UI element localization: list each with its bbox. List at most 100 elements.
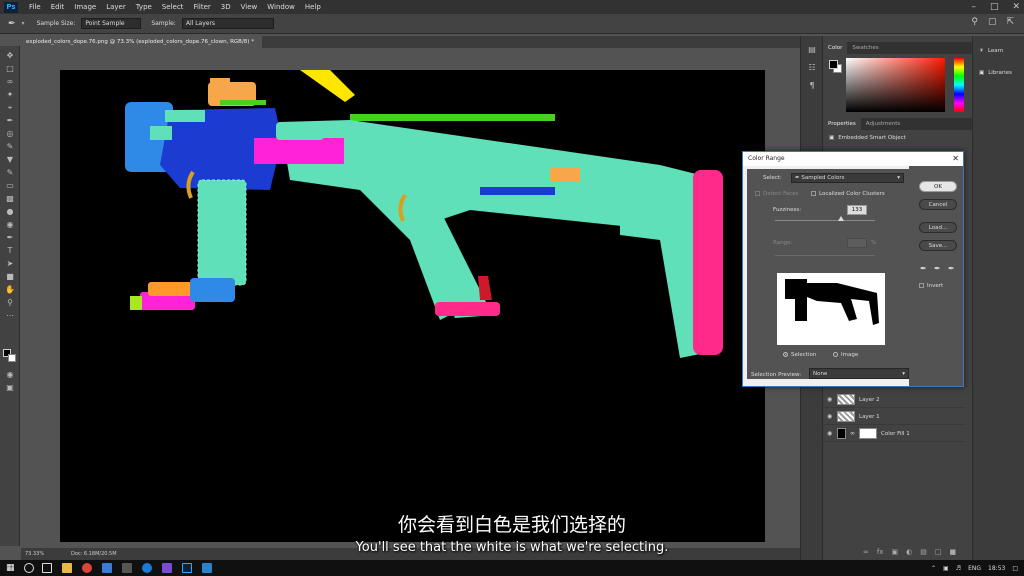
task-view-icon[interactable] — [42, 563, 52, 573]
search-icon[interactable]: ⚲ — [971, 17, 978, 27]
gradient-tool-icon[interactable]: ▩ — [5, 195, 15, 203]
layer-row[interactable]: ◉ Layer 2 — [823, 392, 965, 408]
share-icon[interactable]: ⇱ — [1006, 17, 1014, 27]
sample-select[interactable]: All Layers — [181, 18, 274, 29]
type-tool-icon[interactable]: T — [5, 247, 15, 255]
minimize-icon[interactable]: – — [971, 2, 976, 12]
network-icon[interactable]: ▣ — [943, 565, 949, 572]
move-tool-icon[interactable]: ✥ — [5, 52, 15, 60]
magic-wand-icon[interactable]: ✦ — [5, 91, 15, 99]
maximize-icon[interactable]: □ — [990, 2, 999, 12]
hand-tool-icon[interactable]: ✋ — [5, 286, 15, 294]
menu-layer[interactable]: Layer — [101, 3, 131, 11]
localized-clusters-checkbox[interactable]: Localized Color Clusters — [811, 191, 885, 197]
fuzziness-slider-handle[interactable] — [838, 216, 844, 221]
libraries-button[interactable]: ▣ Libraries — [979, 70, 1012, 76]
quick-mask-icon[interactable]: ◉ — [5, 371, 15, 379]
tab-swatches[interactable]: Swatches — [847, 42, 883, 54]
cancel-button[interactable]: Cancel — [919, 199, 957, 210]
eye-icon[interactable]: ◉ — [827, 430, 833, 437]
chevron-up-icon[interactable]: ⌃ — [931, 565, 936, 572]
brush-tool-icon[interactable]: ✎ — [5, 143, 15, 151]
menu-select[interactable]: Select — [157, 3, 189, 11]
history-brush-icon[interactable]: ✎ — [5, 169, 15, 177]
app-icon[interactable] — [162, 563, 172, 573]
blur-tool-icon[interactable]: ● — [5, 208, 15, 216]
selection-preview-select[interactable]: None ▾ — [809, 368, 909, 379]
detect-faces-checkbox[interactable]: Detect Faces — [755, 191, 798, 197]
properties-icon[interactable]: ☷ — [807, 64, 817, 72]
layer-row[interactable]: ◉ ∞ Color Fill 1 — [823, 426, 965, 442]
tab-color[interactable]: Color — [823, 42, 848, 54]
color-picker-field[interactable] — [846, 58, 945, 112]
fuzziness-slider[interactable] — [775, 220, 875, 221]
eyedropper-plus-icon[interactable]: ✒ — [934, 264, 941, 273]
app-icon[interactable] — [102, 563, 112, 573]
crop-tool-icon[interactable]: ⌖ — [5, 104, 15, 112]
radio-selection[interactable]: Selection — [783, 352, 816, 358]
eyedropper-tool-icon[interactable]: ✒ — [8, 19, 16, 29]
screen-mode-icon[interactable]: ▣ — [5, 384, 15, 392]
language-indicator[interactable]: ENG — [968, 565, 981, 572]
dodge-tool-icon[interactable]: ◉ — [5, 221, 15, 229]
tab-properties[interactable]: Properties — [823, 118, 861, 130]
notifications-icon[interactable]: □ — [1012, 565, 1018, 572]
app-icon[interactable] — [202, 563, 212, 573]
eraser-tool-icon[interactable]: ▭ — [5, 182, 15, 190]
menu-window[interactable]: Window — [262, 3, 300, 11]
layer-row[interactable]: ◉ Layer 1 — [823, 409, 965, 425]
app-icon[interactable] — [122, 563, 132, 573]
menu-file[interactable]: File — [24, 3, 46, 11]
save-button[interactable]: Save... — [919, 240, 957, 251]
tab-adjustments[interactable]: Adjustments — [861, 118, 905, 130]
photoshop-taskbar-icon[interactable] — [182, 563, 192, 573]
select-dropdown[interactable]: ✒ Sampled Colors ▾ — [791, 173, 904, 183]
volume-icon[interactable]: ♬ — [956, 565, 961, 572]
marquee-tool-icon[interactable]: □ — [5, 65, 15, 73]
menu-edit[interactable]: Edit — [46, 3, 70, 11]
search-icon[interactable] — [24, 563, 34, 573]
shape-tool-icon[interactable]: ■ — [5, 273, 15, 281]
hue-slider[interactable] — [954, 58, 964, 112]
sample-size-select[interactable]: Point Sample — [81, 18, 142, 29]
healing-brush-icon[interactable]: ◎ — [5, 130, 15, 138]
paragraph-icon[interactable]: ¶ — [807, 82, 817, 90]
document-tab[interactable]: exploded_colors_dope.76.png @ 73.3% (exp… — [22, 36, 262, 48]
file-explorer-icon[interactable] — [62, 563, 72, 573]
load-button[interactable]: Load... — [919, 222, 957, 233]
menu-3d[interactable]: 3D — [216, 3, 236, 11]
lasso-tool-icon[interactable]: ∞ — [5, 78, 15, 86]
background-color-swatch[interactable] — [8, 354, 16, 362]
eyedropper-minus-icon[interactable]: ✒ — [948, 264, 955, 273]
chrome-icon[interactable] — [82, 563, 92, 573]
radio-image[interactable]: Image — [833, 352, 858, 358]
invert-checkbox[interactable]: Invert — [919, 283, 943, 289]
more-tools-icon[interactable]: ⋯ — [5, 312, 15, 320]
menu-filter[interactable]: Filter — [188, 3, 215, 11]
menu-image[interactable]: Image — [69, 3, 101, 11]
path-selection-icon[interactable]: ➤ — [5, 260, 15, 268]
close-icon[interactable]: ✕ — [1012, 2, 1020, 12]
workspace-icon[interactable]: ▢ — [988, 17, 997, 27]
zoom-tool-icon[interactable]: ⚲ — [5, 299, 15, 307]
clock[interactable]: 18:53 — [988, 565, 1005, 572]
pen-tool-icon[interactable]: ✒ — [5, 234, 15, 242]
document-canvas[interactable] — [60, 70, 765, 542]
panel-foreground-swatch[interactable] — [829, 60, 838, 69]
learn-button[interactable]: ☀ Learn — [979, 48, 1003, 54]
dialog-close-icon[interactable]: ✕ — [952, 152, 959, 166]
eyedropper-icon[interactable]: ✒ — [920, 264, 927, 273]
ok-button[interactable]: OK — [919, 181, 957, 192]
clone-stamp-icon[interactable]: ▼ — [5, 156, 15, 164]
history-icon[interactable]: ▤ — [807, 46, 817, 54]
menu-help[interactable]: Help — [300, 3, 326, 11]
menu-type[interactable]: Type — [131, 3, 157, 11]
eye-icon[interactable]: ◉ — [827, 396, 833, 403]
eyedropper-icon[interactable]: ✒ — [5, 117, 15, 125]
chevron-down-icon[interactable]: ▾ — [22, 20, 25, 27]
app-icon[interactable] — [142, 563, 152, 573]
windows-start-icon[interactable]: ▦ — [6, 563, 16, 573]
eye-icon[interactable]: ◉ — [827, 413, 833, 420]
fuzziness-input[interactable]: 133 — [847, 205, 867, 215]
menu-view[interactable]: View — [236, 3, 263, 11]
